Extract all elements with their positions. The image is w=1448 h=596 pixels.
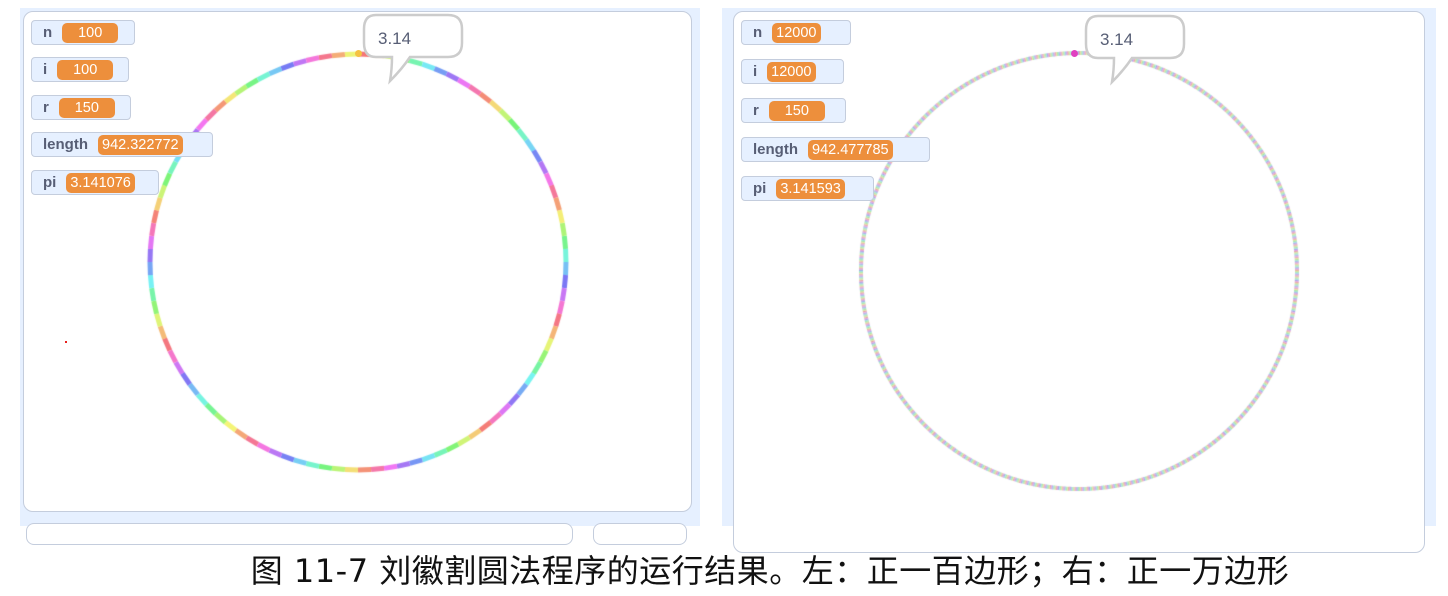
monitor-label: i — [753, 63, 758, 80]
monitor-value: 100 — [57, 59, 114, 80]
left-below-panel — [26, 523, 573, 545]
monitor-label: i — [43, 61, 48, 78]
left-stage-container: n 100 i 100 r 150 length 942.322772 pi 3… — [20, 8, 700, 545]
monitor-length[interactable]: length 942.322772 — [31, 132, 213, 157]
monitor-r[interactable]: r 150 — [741, 98, 846, 123]
monitor-label: r — [43, 99, 49, 116]
pen-sprite[interactable] — [1071, 50, 1078, 57]
figure-caption: 图 11-7 刘徽割圆法程序的运行结果。左：正一百边形；右：正一万边形 — [0, 546, 1448, 592]
speech-bubble-shape — [362, 13, 464, 85]
monitor-label: n — [43, 24, 53, 41]
monitor-n[interactable]: n 100 — [31, 20, 135, 45]
monitor-r[interactable]: r 150 — [31, 95, 131, 120]
monitor-label: length — [43, 136, 88, 153]
speech-bubble-text: 3.14 — [378, 29, 412, 48]
monitor-label: pi — [43, 174, 57, 191]
right-stage-container: n 12000 i 12000 r 150 length 942.477785 … — [722, 8, 1436, 553]
monitor-value: 150 — [768, 100, 825, 121]
caption-text: 图 11-7 刘徽割圆法程序的运行结果。左：正一百边形；右：正一万边形 — [250, 552, 1290, 590]
stray-pen-dot — [65, 341, 67, 343]
monitor-value: 3.141076 — [66, 172, 135, 193]
monitor-pi[interactable]: pi 3.141593 — [741, 176, 874, 201]
speech-bubble: 3.14 — [1084, 14, 1186, 86]
monitor-pi[interactable]: pi 3.141076 — [31, 170, 159, 195]
monitor-value: 942.322772 — [98, 134, 183, 155]
monitor-value: 12000 — [767, 61, 816, 82]
monitor-length[interactable]: length 942.477785 — [741, 137, 930, 162]
right-stage[interactable]: n 12000 i 12000 r 150 length 942.477785 … — [733, 11, 1425, 553]
polygon-100-drawing — [24, 12, 691, 511]
monitor-i[interactable]: i 12000 — [741, 59, 844, 84]
polygon-12000-drawing — [734, 12, 1424, 552]
monitor-label: r — [753, 102, 759, 119]
pen-sprite[interactable] — [355, 50, 362, 57]
monitor-label: pi — [753, 180, 767, 197]
monitor-value: 100 — [62, 22, 119, 43]
left-stage[interactable]: n 100 i 100 r 150 length 942.322772 pi 3… — [23, 11, 692, 512]
monitor-i[interactable]: i 100 — [31, 57, 129, 82]
speech-bubble-text: 3.14 — [1100, 30, 1134, 49]
monitor-value: 12000 — [772, 22, 821, 43]
left-below-panel-small — [593, 523, 687, 545]
monitor-value: 3.141593 — [776, 178, 845, 199]
speech-bubble: 3.14 — [362, 13, 464, 85]
monitor-value: 942.477785 — [808, 139, 893, 160]
monitor-value: 150 — [58, 97, 115, 118]
monitor-label: n — [753, 24, 763, 41]
monitor-label: length — [753, 141, 798, 158]
speech-bubble-shape — [1084, 14, 1186, 86]
monitor-n[interactable]: n 12000 — [741, 20, 851, 45]
